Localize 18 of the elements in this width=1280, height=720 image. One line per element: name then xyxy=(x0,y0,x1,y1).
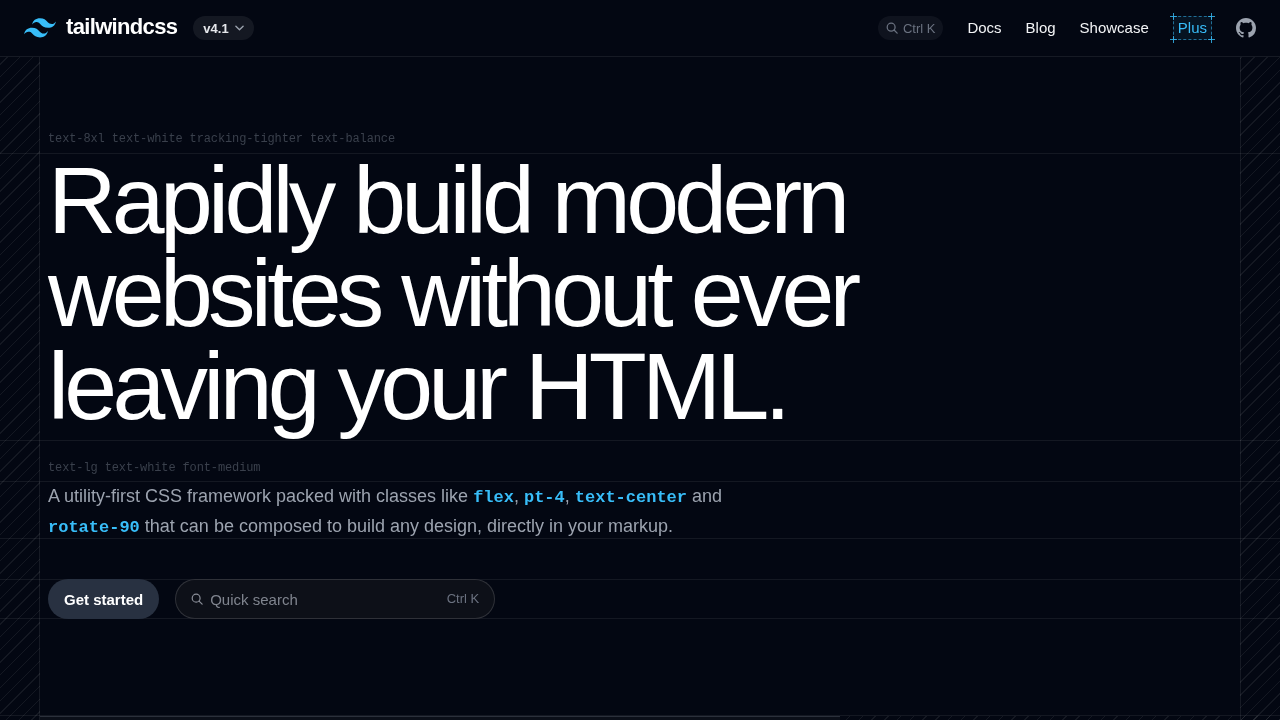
nav-link[interactable]: Showcase xyxy=(1079,18,1149,38)
nav-link[interactable]: Docs xyxy=(967,18,1002,38)
wave-logo-icon xyxy=(24,18,56,38)
nav-link[interactable]: Blog xyxy=(1025,18,1056,38)
logo-link[interactable]: tailwindcss xyxy=(24,15,178,41)
github-icon[interactable] xyxy=(1236,18,1256,38)
hero-description: A utility-first CSS framework packed with classes like flex, pt-4, text-center and rotate-90 that can be composed to build any design, directly in your markup. xyxy=(48,485,724,538)
search-icon xyxy=(191,593,204,605)
search-button[interactable]: Ctrl K xyxy=(877,16,944,40)
search-icon xyxy=(885,22,898,34)
class-annotation: text-lg text-white font-medium xyxy=(48,461,261,475)
version-dropdown[interactable]: v4.1 xyxy=(193,16,254,40)
get-started-button[interactable]: Get started xyxy=(48,579,160,619)
chevron-down-icon xyxy=(234,25,244,31)
highlighted-nav-link[interactable]: Plus xyxy=(1169,13,1215,43)
hero-heading: Rapidly build modern websites without ever leaving your HTML. xyxy=(48,154,858,440)
class-annotation: text-8xl text-white tracking-tighter text-balance xyxy=(48,132,395,146)
shortcut-hint: Ctrl K xyxy=(446,591,480,607)
